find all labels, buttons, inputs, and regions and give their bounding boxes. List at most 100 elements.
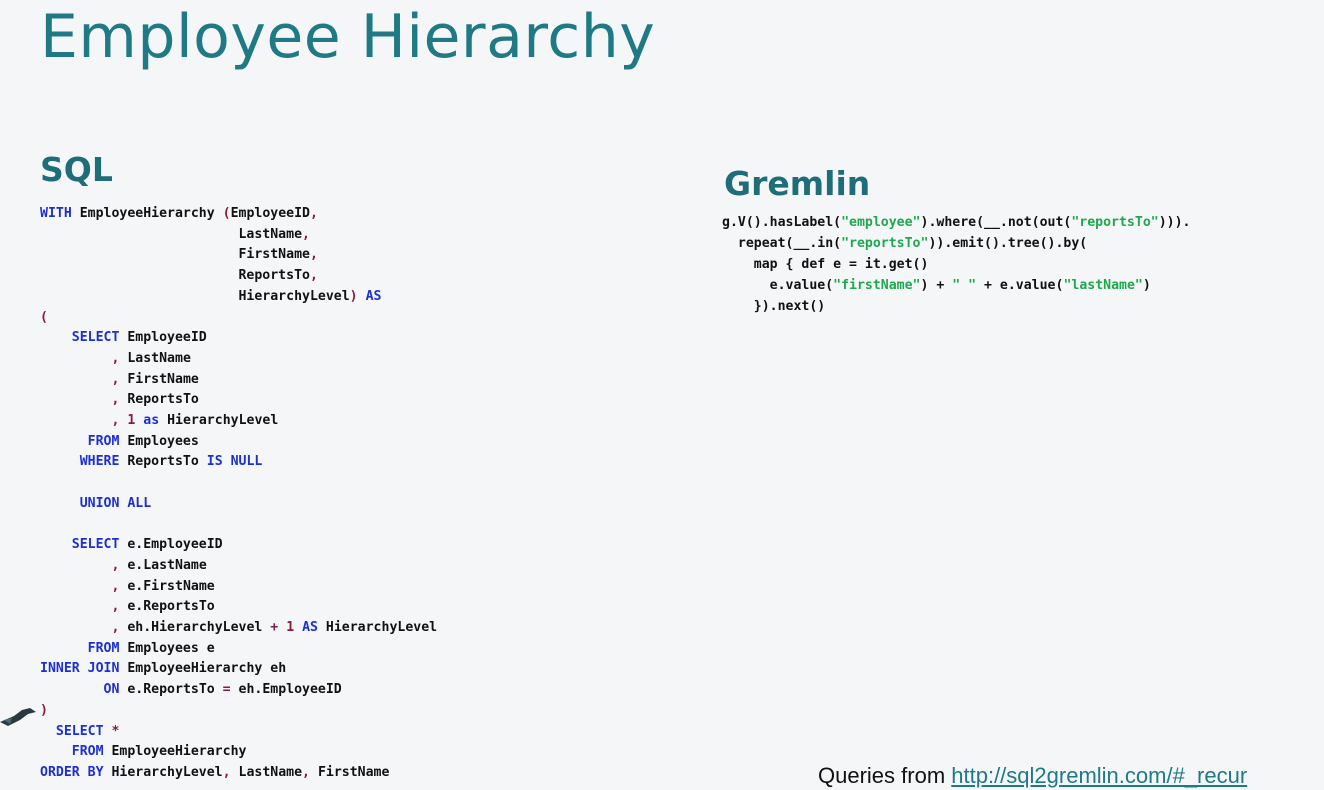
code-token: ) (349, 288, 358, 304)
code-token: AS (302, 620, 318, 636)
code-token: Employees (119, 433, 199, 449)
code-token: 1 (286, 620, 295, 636)
code-token: EmployeeHierarchy (71, 206, 223, 221)
code-token: e.FirstName (119, 578, 215, 594)
code-line: map { def e = it.get() (722, 257, 929, 272)
code-line: , LastName (40, 351, 190, 366)
code-token: "lastName" (1063, 278, 1143, 293)
code-token: e.value( (722, 278, 834, 293)
code-token: eh.HierarchyLevel (119, 620, 271, 636)
code-token: ReportsTo (119, 392, 199, 408)
code-token: FROM (71, 744, 104, 760)
code-token: "reportsTo" (1071, 215, 1159, 230)
code-line: , e.ReportsTo (40, 599, 214, 614)
code-token: "employee" (841, 215, 921, 230)
code-token: e.ReportsTo (119, 682, 223, 698)
code-line: , eh.HierarchyLevel + 1 AS HierarchyLeve… (40, 620, 437, 635)
code-token: ) (1142, 278, 1151, 293)
code-token: ) + (920, 278, 953, 293)
sql-code-block: WITH EmployeeHierarchy (EmployeeID, Last… (40, 204, 437, 784)
code-line: ) (40, 703, 48, 718)
code-line: UNION ALL (40, 496, 151, 511)
code-token: , (309, 206, 318, 221)
code-line: FROM Employees (40, 434, 199, 449)
code-token: EmployeeID (230, 206, 310, 221)
code-token: HierarchyLevel (103, 764, 223, 780)
code-line: WHERE ReportsTo IS NULL (40, 454, 263, 470)
source-link[interactable]: http://sql2gremlin.com/#_recur (951, 763, 1247, 788)
code-token: eh.EmployeeID (230, 682, 342, 698)
code-token: )).emit().tree().by( (928, 236, 1088, 251)
code-line: SELECT e.EmployeeID (40, 537, 223, 552)
gremlin-code-block: g.V().hasLabel("employee").where(__.not(… (722, 212, 1190, 317)
code-line: INNER JOIN EmployeeHierarchy eh (40, 661, 286, 676)
code-line: FirstName, (40, 247, 318, 263)
presenter-pointer-icon (0, 708, 36, 726)
code-line: ORDER BY HierarchyLevel, LastName, First… (40, 765, 389, 780)
code-token: * (111, 723, 120, 739)
code-line: WITH EmployeeHierarchy (EmployeeID, (40, 206, 318, 221)
code-token: map { def e = it.get() (722, 257, 929, 272)
code-line: SELECT * (40, 723, 120, 739)
code-token: FirstName (40, 247, 310, 263)
code-line: }).next() (722, 299, 825, 314)
code-line: e.value("firstName") + " " + e.value("la… (722, 278, 1151, 293)
code-token: repeat(__.in( (722, 236, 842, 251)
code-token: }).next() (722, 299, 826, 314)
code-line: repeat(__.in("reportsTo")).emit().tree()… (722, 236, 1087, 251)
footer-source: Queries from http://sql2gremlin.com/#_re… (818, 763, 1247, 789)
code-line: ReportsTo, (40, 268, 318, 284)
footer-prefix: Queries from (818, 763, 952, 788)
code-token: HierarchyLevel (317, 620, 438, 636)
code-token: EmployeeHierarchy (103, 744, 247, 760)
code-line: LastName, (40, 227, 309, 242)
code-token: = (222, 682, 231, 698)
code-token: , (222, 764, 231, 780)
code-line: SELECT EmployeeID (40, 330, 207, 345)
code-token: EmployeeHierarchy eh (119, 661, 287, 677)
code-token: AS (365, 288, 382, 304)
code-token: g.V().hasLabel( (722, 215, 842, 230)
code-token: IS NULL (206, 454, 263, 470)
slide-title: Employee Hierarchy (40, 2, 656, 72)
code-token: HierarchyLevel (40, 288, 350, 304)
code-token: as (143, 413, 160, 429)
code-token: ON (103, 682, 120, 698)
code-token: , (309, 268, 318, 284)
code-token: ).where(__.not(out( (920, 215, 1072, 230)
gremlin-heading: Gremlin (724, 164, 871, 203)
code-token: + e.value( (976, 278, 1064, 293)
code-token: ))). (1158, 215, 1191, 230)
code-line: ON e.ReportsTo = eh.EmployeeID (40, 682, 342, 697)
code-token: ( (40, 309, 48, 325)
code-token: SELECT (55, 723, 104, 739)
code-token: WITH (40, 206, 72, 221)
code-token: , (309, 247, 318, 263)
code-token: FROM (87, 433, 120, 449)
code-token: e.EmployeeID (119, 537, 223, 553)
code-line: ( (40, 310, 48, 325)
code-token: ReportsTo (40, 268, 310, 284)
code-token: WHERE (79, 454, 120, 470)
code-line: FROM EmployeeHierarchy (40, 744, 247, 760)
code-token: EmployeeID (119, 330, 207, 346)
code-token: " " (952, 278, 977, 293)
code-token: ) (40, 702, 48, 718)
code-token: FirstName (119, 371, 199, 387)
